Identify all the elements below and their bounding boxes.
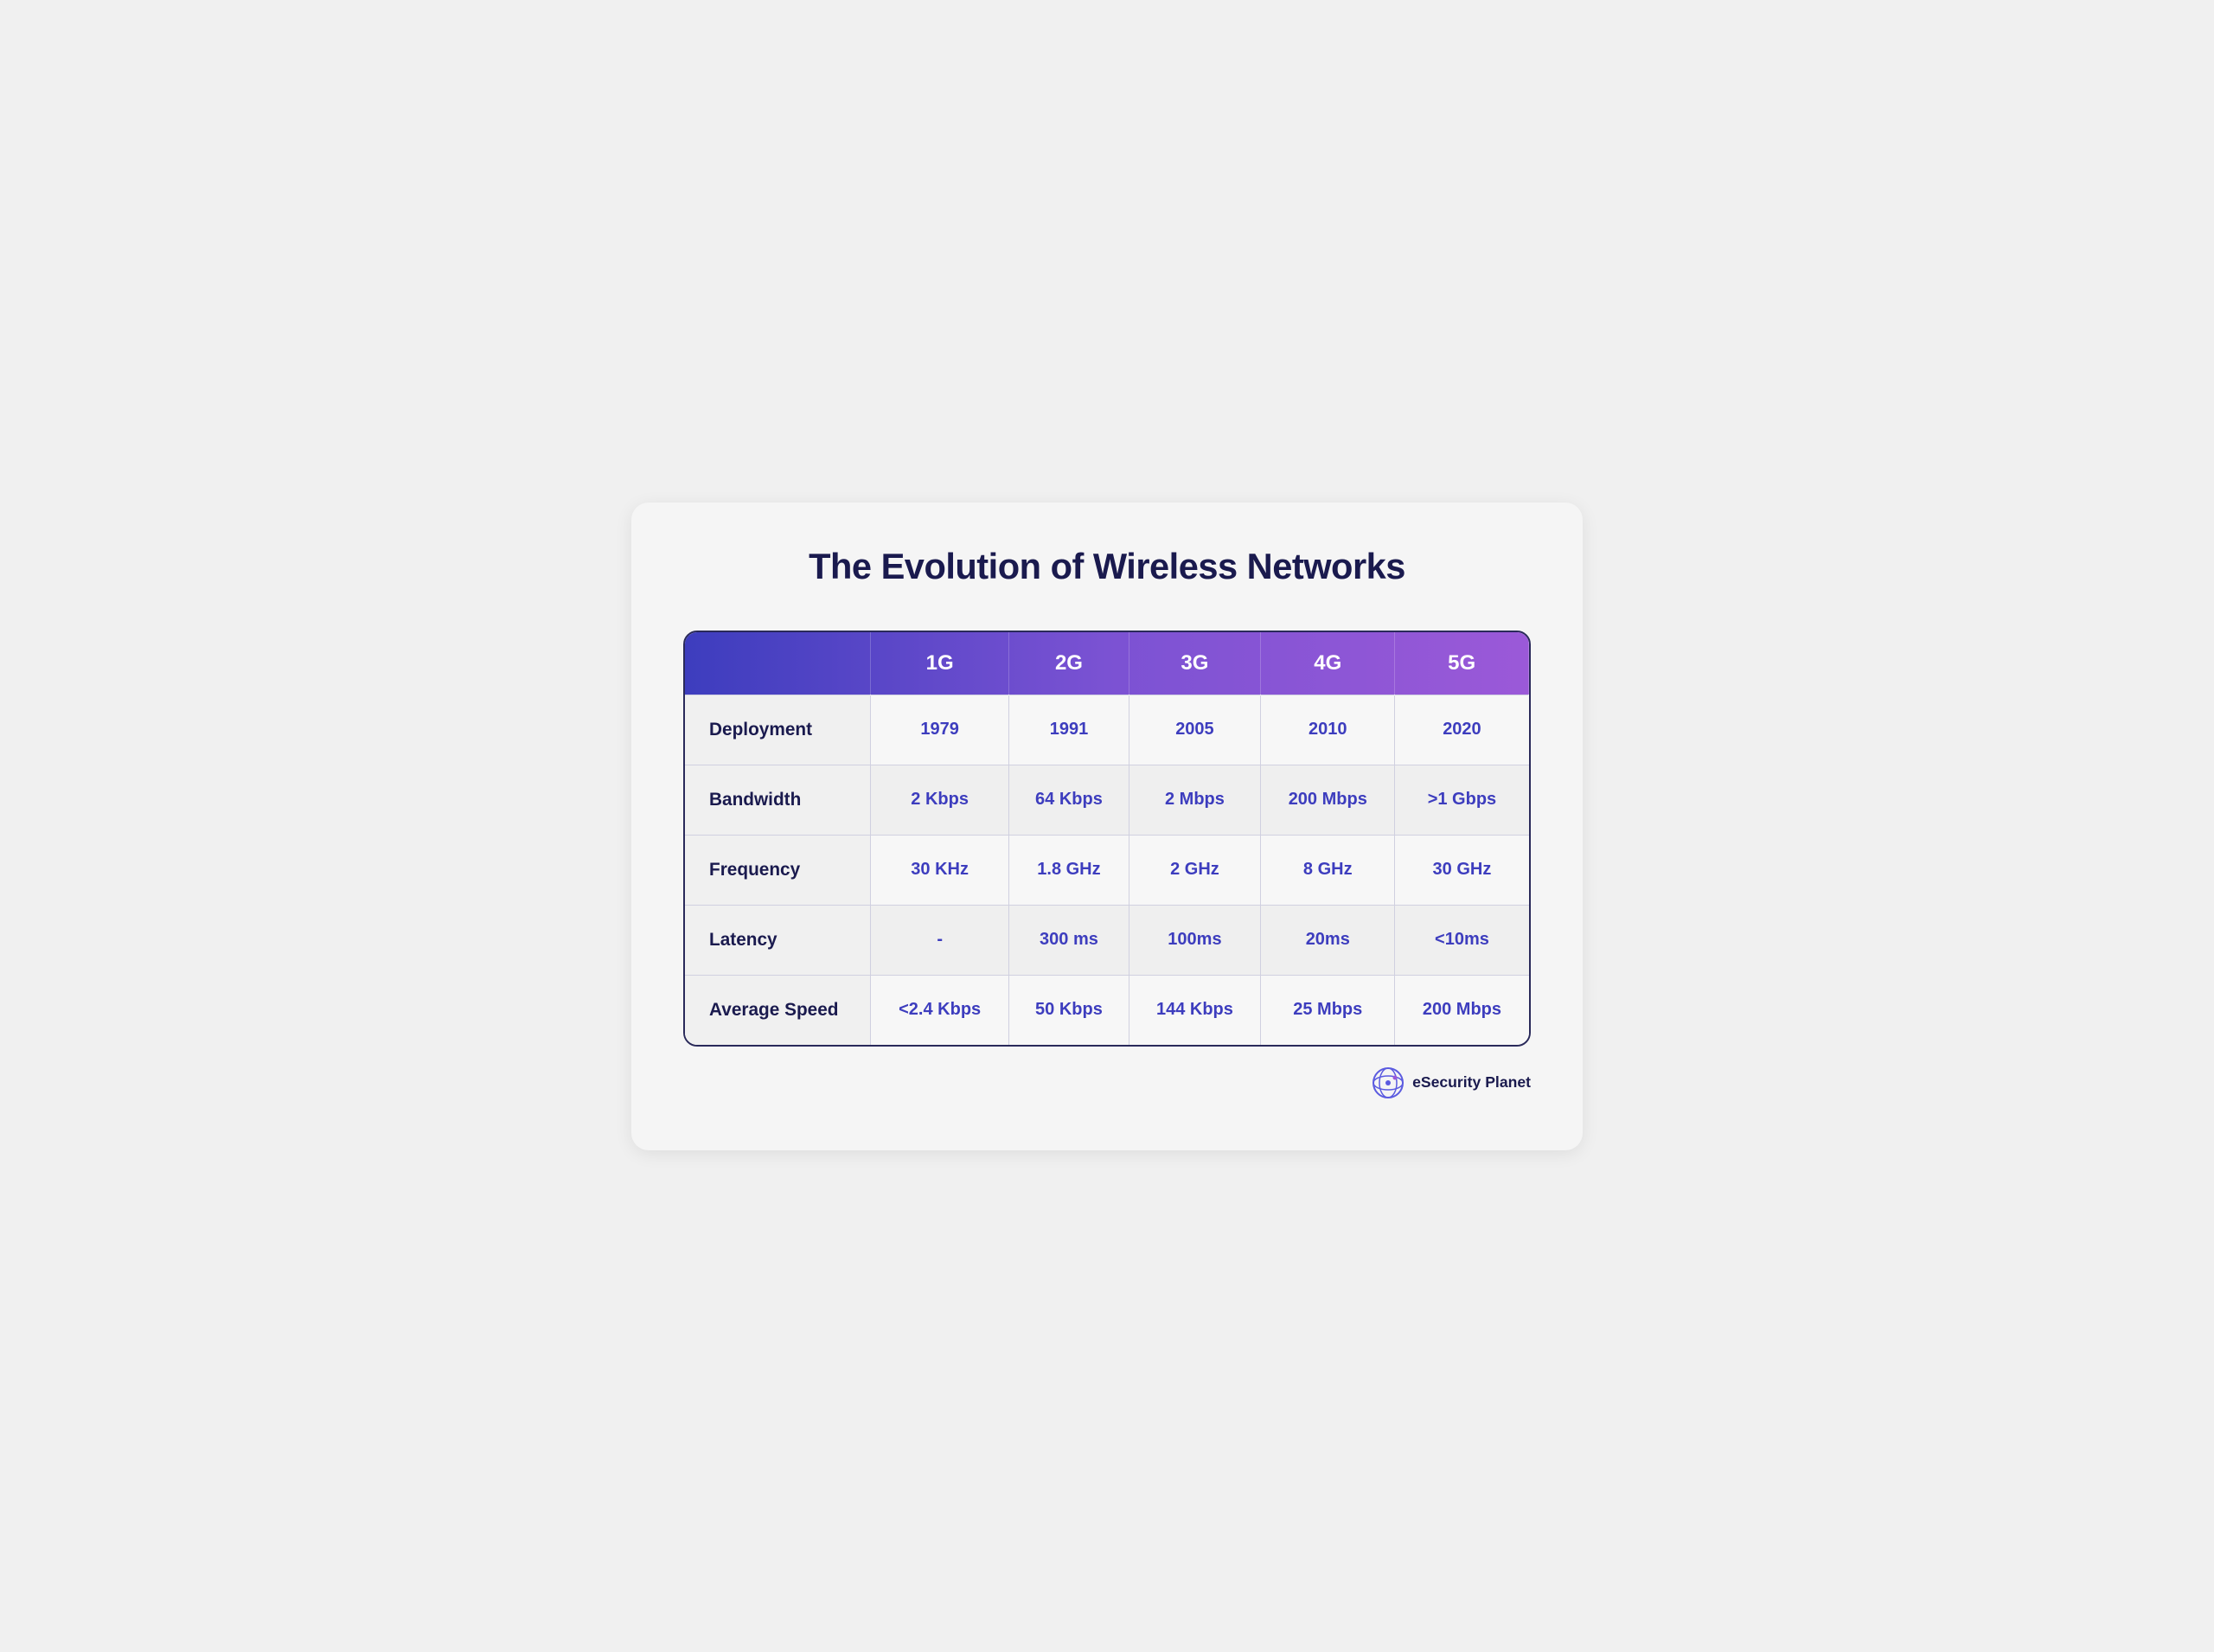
cell-0-2: 2005 xyxy=(1129,695,1260,765)
cell-1-4: >1 Gbps xyxy=(1395,765,1529,835)
table-header-2g: 2G xyxy=(1009,632,1129,695)
table-header-row: 1G 2G 3G 4G 5G xyxy=(685,632,1529,695)
cell-3-4: <10ms xyxy=(1395,905,1529,975)
table-header-4g: 4G xyxy=(1261,632,1395,695)
row-label-deployment: Deployment xyxy=(685,695,871,765)
table-row: Bandwidth2 Kbps64 Kbps2 Mbps200 Mbps>1 G… xyxy=(685,765,1529,835)
table-wrapper: 1G 2G 3G 4G 5G Deployment197919912005201… xyxy=(683,631,1531,1047)
page-title: The Evolution of Wireless Networks xyxy=(683,546,1531,587)
cell-1-1: 64 Kbps xyxy=(1009,765,1129,835)
table-header-5g: 5G xyxy=(1395,632,1529,695)
footer: eSecurity Planet xyxy=(683,1067,1531,1098)
cell-2-1: 1.8 GHz xyxy=(1009,835,1129,905)
main-card: The Evolution of Wireless Networks 1G 2G… xyxy=(631,503,1583,1150)
row-label-frequency: Frequency xyxy=(685,835,871,905)
table-row: Deployment19791991200520102020 xyxy=(685,695,1529,765)
cell-2-3: 8 GHz xyxy=(1261,835,1395,905)
cell-1-3: 200 Mbps xyxy=(1261,765,1395,835)
table-header-3g: 3G xyxy=(1129,632,1260,695)
cell-4-4: 200 Mbps xyxy=(1395,975,1529,1045)
cell-1-2: 2 Mbps xyxy=(1129,765,1260,835)
cell-3-2: 100ms xyxy=(1129,905,1260,975)
brand-logo: eSecurity Planet xyxy=(1373,1067,1531,1098)
table-row: Average Speed<2.4 Kbps50 Kbps144 Kbps25 … xyxy=(685,975,1529,1045)
cell-0-0: 1979 xyxy=(871,695,1009,765)
table-row: Latency-300 ms100ms20ms<10ms xyxy=(685,905,1529,975)
cell-3-3: 20ms xyxy=(1261,905,1395,975)
cell-4-2: 144 Kbps xyxy=(1129,975,1260,1045)
comparison-table: 1G 2G 3G 4G 5G Deployment197919912005201… xyxy=(685,632,1529,1045)
cell-2-2: 2 GHz xyxy=(1129,835,1260,905)
table-header-1g: 1G xyxy=(871,632,1009,695)
cell-4-0: <2.4 Kbps xyxy=(871,975,1009,1045)
cell-2-0: 30 KHz xyxy=(871,835,1009,905)
table-row: Frequency30 KHz1.8 GHz2 GHz8 GHz30 GHz xyxy=(685,835,1529,905)
table-header-empty xyxy=(685,632,871,695)
cell-3-0: - xyxy=(871,905,1009,975)
cell-2-4: 30 GHz xyxy=(1395,835,1529,905)
cell-0-1: 1991 xyxy=(1009,695,1129,765)
row-label-latency: Latency xyxy=(685,905,871,975)
cell-1-0: 2 Kbps xyxy=(871,765,1009,835)
cell-0-4: 2020 xyxy=(1395,695,1529,765)
brand-logo-icon xyxy=(1373,1067,1404,1098)
cell-4-1: 50 Kbps xyxy=(1009,975,1129,1045)
brand-name: eSecurity Planet xyxy=(1412,1073,1531,1092)
row-label-bandwidth: Bandwidth xyxy=(685,765,871,835)
cell-3-1: 300 ms xyxy=(1009,905,1129,975)
cell-4-3: 25 Mbps xyxy=(1261,975,1395,1045)
row-label-average-speed: Average Speed xyxy=(685,975,871,1045)
cell-0-3: 2010 xyxy=(1261,695,1395,765)
